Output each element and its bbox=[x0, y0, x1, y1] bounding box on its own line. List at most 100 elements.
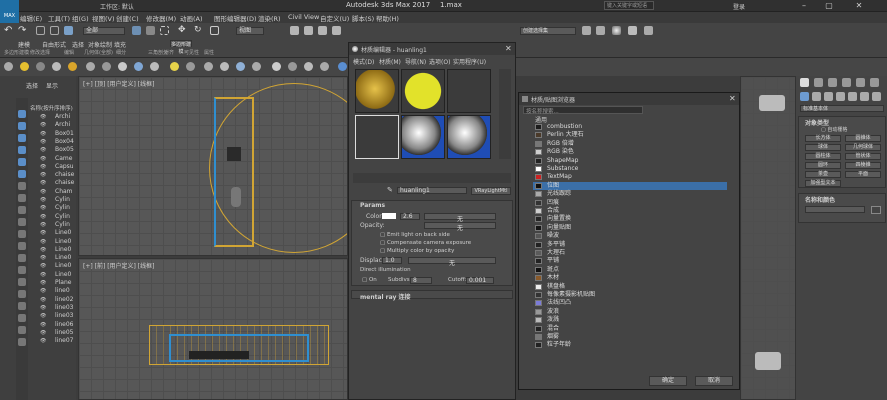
browser-item[interactable]: ShapeMap bbox=[533, 157, 727, 165]
primitive-button[interactable]: 圆柱体 bbox=[805, 153, 841, 160]
command-tab-icon-0[interactable] bbox=[800, 78, 809, 87]
mat-menu-item-4[interactable]: 实用程序(U) bbox=[453, 57, 486, 66]
browser-item[interactable]: 法线凹凸 bbox=[533, 299, 727, 307]
rect-select-icon[interactable] bbox=[160, 26, 169, 35]
tool-icon-2[interactable] bbox=[36, 62, 45, 71]
material-slot-4[interactable] bbox=[355, 115, 399, 159]
scene-item[interactable]: 👁 Archi bbox=[0, 121, 74, 129]
scene-item[interactable]: 👁 line03 bbox=[0, 312, 74, 320]
close-button[interactable]: ✕ bbox=[848, 0, 870, 12]
displace-map-button[interactable]: 无 bbox=[408, 257, 496, 267]
tool-icon-19[interactable] bbox=[320, 62, 329, 71]
tool-icon-11[interactable] bbox=[186, 62, 195, 71]
menu-item-9[interactable]: Civil View bbox=[288, 13, 319, 21]
visibility-icon[interactable]: 👁 bbox=[40, 204, 46, 212]
visibility-icon[interactable]: 👁 bbox=[40, 271, 46, 279]
visibility-icon[interactable]: 👁 bbox=[40, 213, 46, 221]
material-editor-icon[interactable] bbox=[612, 26, 621, 35]
mat-menu-item-0[interactable]: 模式(D) bbox=[353, 57, 374, 66]
browser-item[interactable]: 波浪 bbox=[533, 308, 727, 316]
scene-item[interactable]: 👁 line03 bbox=[0, 304, 74, 312]
command-tab-icon-4[interactable] bbox=[856, 78, 865, 87]
select-filter-dropdown[interactable]: 全部 bbox=[83, 27, 125, 35]
tool-icon-4[interactable] bbox=[68, 62, 77, 71]
on-checkbox[interactable]: ▢ On bbox=[362, 277, 377, 283]
eyedropper-icon[interactable]: ✎ bbox=[387, 186, 393, 194]
subdivs-field[interactable]: 8 bbox=[410, 277, 432, 284]
object-name-input[interactable] bbox=[805, 206, 865, 213]
visibility-icon[interactable]: 👁 bbox=[40, 262, 46, 270]
scene-item[interactable]: 👁 Line0 bbox=[0, 254, 74, 262]
color-multiplier[interactable]: 2.6 bbox=[400, 213, 420, 220]
visibility-icon[interactable]: 👁 bbox=[40, 179, 46, 187]
visibility-icon[interactable]: 👁 bbox=[40, 146, 46, 154]
browser-item[interactable]: 粒子年龄 bbox=[533, 341, 727, 349]
primitive-button[interactable]: 球体 bbox=[805, 144, 841, 151]
login-label[interactable]: 登录 bbox=[733, 2, 745, 11]
mental-ray-rollout[interactable]: mental ray 连接 bbox=[351, 290, 513, 301]
tool-icon-13[interactable] bbox=[220, 62, 229, 71]
visibility-icon[interactable]: 👁 bbox=[40, 138, 46, 146]
object-color-swatch[interactable] bbox=[871, 206, 881, 214]
browser-item[interactable]: 多平铺 bbox=[533, 241, 727, 249]
tab-display[interactable]: 显示 bbox=[46, 81, 58, 90]
scene-item[interactable]: 👁 Cylin bbox=[0, 196, 74, 204]
browser-item[interactable]: 泼溅 bbox=[533, 316, 727, 324]
visibility-icon[interactable]: 👁 bbox=[40, 130, 46, 138]
primitive-button[interactable]: 几何球体 bbox=[845, 144, 881, 151]
maximize-button[interactable]: ▢ bbox=[818, 0, 840, 12]
scene-item[interactable]: 👁 Capsu bbox=[0, 163, 74, 171]
color-swatch[interactable] bbox=[382, 213, 396, 219]
primitive-button[interactable]: 圆锥体 bbox=[845, 135, 881, 142]
tool-icon-20[interactable] bbox=[338, 62, 347, 71]
visibility-icon[interactable]: 👁 bbox=[40, 163, 46, 171]
viewport-front-label[interactable]: [+] [前] [用户定义] [线框] bbox=[83, 261, 154, 270]
link-icon[interactable] bbox=[36, 26, 45, 35]
name-color-header[interactable]: 名称和颜色 bbox=[805, 195, 835, 204]
menu-item-3[interactable]: 视图(V) bbox=[92, 13, 115, 23]
app-logo[interactable]: MAX bbox=[0, 0, 19, 23]
tool-icon-14[interactable] bbox=[236, 62, 245, 71]
menu-item-12[interactable]: 帮助(H) bbox=[376, 13, 399, 23]
primitive-button[interactable]: 管状体 bbox=[845, 153, 881, 160]
browser-search-input[interactable]: 按名称搜索... bbox=[523, 106, 643, 115]
browser-item[interactable]: 木材 bbox=[533, 274, 727, 282]
visibility-icon[interactable]: 👁 bbox=[40, 321, 46, 329]
command-tab-icon-3[interactable] bbox=[842, 78, 851, 87]
tab-select[interactable]: 选择 bbox=[26, 81, 38, 90]
rotate-icon[interactable]: ↻ bbox=[194, 26, 203, 35]
menu-item-0[interactable]: 编辑(E) bbox=[20, 13, 42, 23]
ribbon-subtab-0[interactable]: 多边形建模 bbox=[4, 49, 29, 56]
scene-item[interactable]: 👁 chaise bbox=[0, 179, 74, 187]
viewport-top[interactable]: [+] [顶] [用户定义] [线框] bbox=[78, 76, 348, 256]
browser-item[interactable]: 平铺 bbox=[533, 257, 727, 265]
ribbon-tab-0[interactable]: 建模 bbox=[18, 40, 30, 49]
scene-item[interactable]: 👁 Cylin bbox=[0, 213, 74, 221]
primitive-button[interactable]: 加强型文本 bbox=[805, 180, 841, 187]
command-tab-icon-5[interactable] bbox=[870, 78, 879, 87]
scene-item[interactable]: 👁 chaise bbox=[0, 171, 74, 179]
viewport-top-label[interactable]: [+] [顶] [用户定义] [线框] bbox=[83, 79, 154, 88]
browser-close-icon[interactable]: ✕ bbox=[729, 94, 736, 103]
scene-item[interactable]: 👁 Cham bbox=[0, 188, 74, 196]
scene-item[interactable]: 👁 Line0 bbox=[0, 229, 74, 237]
tool-icon-16[interactable] bbox=[272, 62, 281, 71]
select-name-icon[interactable] bbox=[146, 26, 155, 35]
tool-icon-15[interactable] bbox=[252, 62, 261, 71]
visibility-icon[interactable]: 👁 bbox=[40, 221, 46, 229]
tool-icon-10[interactable] bbox=[170, 62, 179, 71]
create-category-icon-1[interactable] bbox=[812, 92, 821, 101]
visibility-icon[interactable]: 👁 bbox=[40, 155, 46, 163]
material-slot-1[interactable] bbox=[355, 69, 399, 113]
primitive-button[interactable]: 圆环 bbox=[805, 162, 841, 169]
ribbon-subtab-3[interactable]: 几何体(全部) bbox=[84, 49, 113, 56]
selection-set-dropdown[interactable]: 创建选择集 bbox=[520, 27, 576, 35]
scene-item[interactable]: 👁 Line0 bbox=[0, 262, 74, 270]
ribbon-subtab-6[interactable]: 对齐 bbox=[164, 49, 174, 56]
browser-item[interactable]: 混合 bbox=[533, 325, 727, 333]
render-setup-icon[interactable] bbox=[628, 26, 637, 35]
visibility-icon[interactable]: 👁 bbox=[40, 287, 46, 295]
scene-item[interactable]: 👁 Box04 bbox=[0, 138, 74, 146]
scene-item[interactable]: 👁 line0 bbox=[0, 287, 74, 295]
primitive-type-dropdown[interactable]: 标准基本体 bbox=[800, 105, 884, 112]
